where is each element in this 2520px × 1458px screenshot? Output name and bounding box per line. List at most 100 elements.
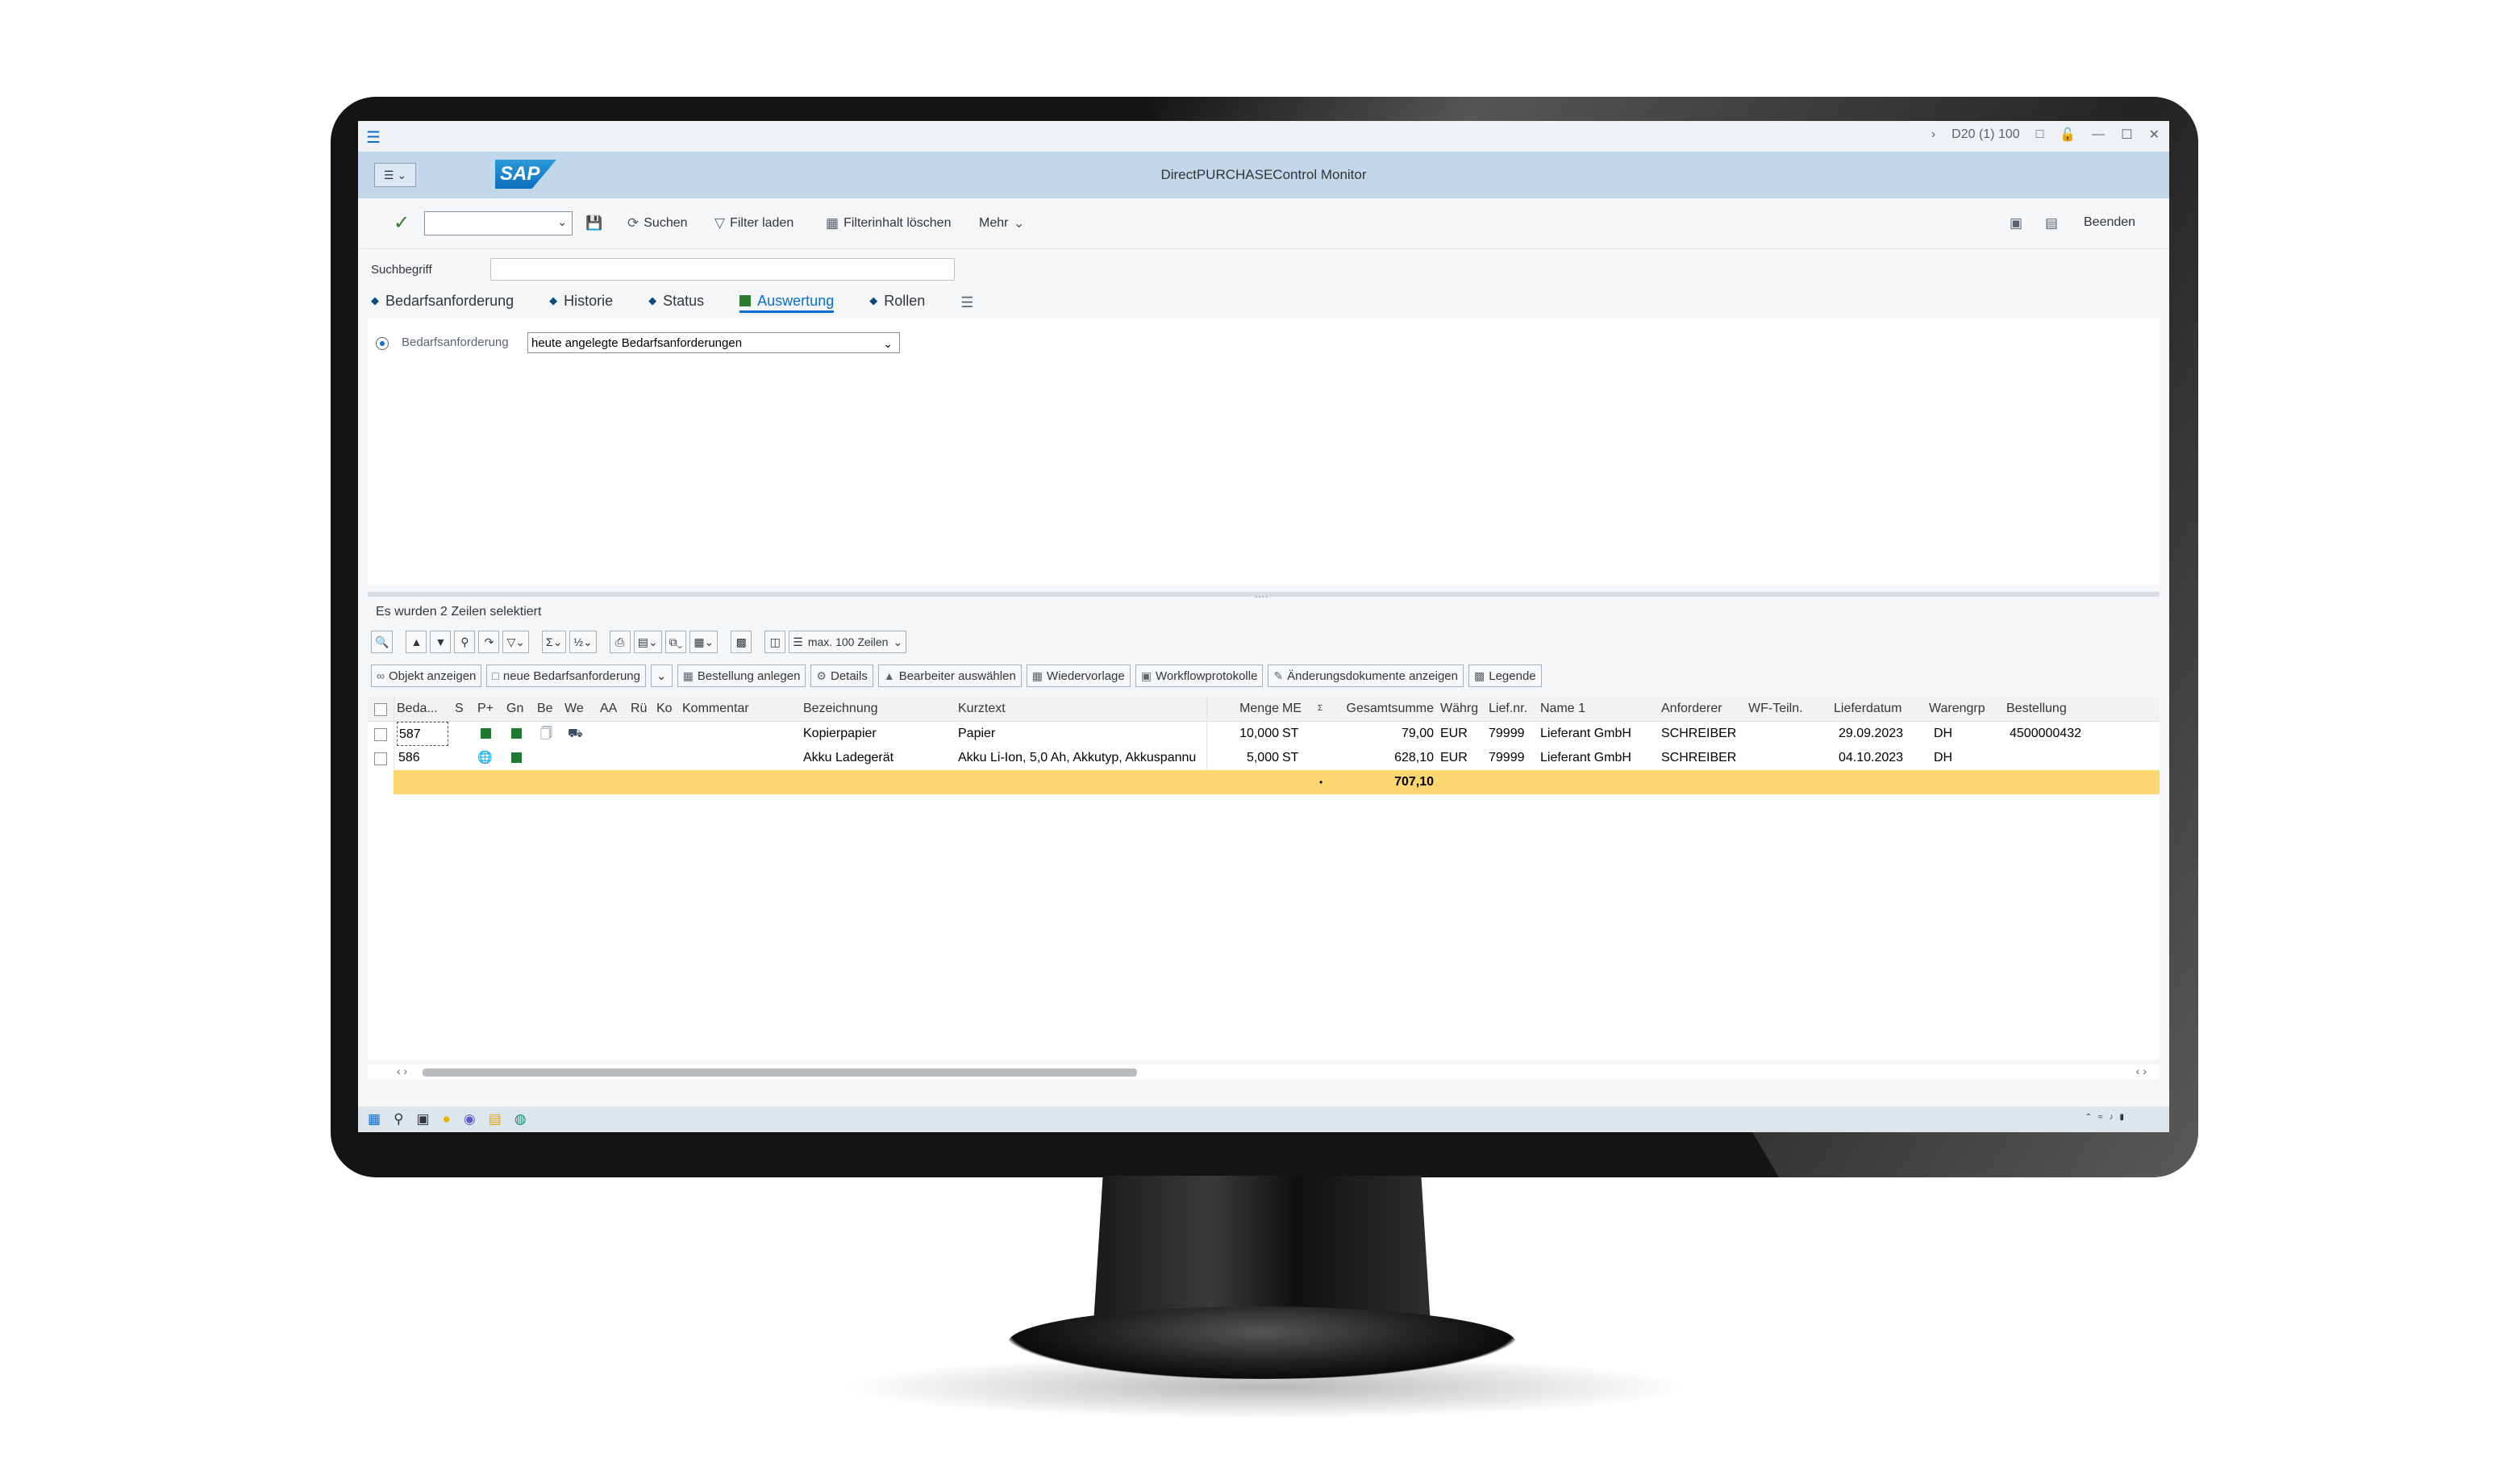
col-beda[interactable]: Beda...: [397, 697, 448, 721]
col-ru[interactable]: Rü: [631, 697, 653, 721]
browser-icon[interactable]: ◍: [514, 1111, 527, 1127]
folder-icon[interactable]: ▤: [489, 1111, 502, 1127]
filter-icon[interactable]: ▽⌄: [502, 631, 529, 653]
col-gesamtsumme[interactable]: Gesamtsumme: [1332, 697, 1434, 721]
search-input[interactable]: [490, 258, 955, 281]
zoom-icon[interactable]: 🔍: [371, 631, 394, 653]
find-next-icon[interactable]: ↷: [478, 631, 500, 653]
neue-bedarfsanforderung-button[interactable]: □ neue Bedarfsanforderung: [486, 664, 646, 687]
aenderungsdokumente-button[interactable]: ✎ Änderungsdokumente anzeigen: [1268, 664, 1464, 687]
truck-icon[interactable]: ⛟: [568, 722, 587, 746]
sum-icon[interactable]: Σ⌄: [541, 631, 567, 653]
command-field[interactable]: ⌄: [424, 211, 573, 235]
col-me[interactable]: ME: [1282, 697, 1306, 721]
mehr-button[interactable]: Mehr ⌄: [979, 215, 1025, 231]
row-checkbox[interactable]: [374, 752, 387, 765]
select-all-checkbox[interactable]: [374, 703, 387, 716]
chat-icon[interactable]: ◉: [464, 1111, 476, 1127]
export-icon[interactable]: ⧉⌄: [664, 631, 687, 653]
legende-button[interactable]: ▩ Legende: [1468, 664, 1542, 687]
table-row[interactable]: 586 🌐 Akku Ladegerät Akku Li-Ion, 5,0 Ah…: [368, 746, 2160, 770]
widgets-icon[interactable]: ●: [443, 1111, 451, 1127]
col-liefnr[interactable]: Lief.nr.: [1489, 697, 1535, 721]
col-be[interactable]: Be: [537, 697, 560, 721]
col-kurztext[interactable]: Kurztext: [958, 697, 1208, 721]
table-row[interactable]: 587 🗍 ⛟ Kopierpapier Papier 10,000 ST 79…: [368, 722, 2160, 746]
row-checkbox[interactable]: [374, 728, 387, 741]
new-window-icon[interactable]: ▤: [2045, 215, 2058, 231]
col-anforderer[interactable]: Anforderer: [1661, 697, 1742, 721]
wiedervorlage-button[interactable]: ▦ Wiedervorlage: [1026, 664, 1131, 687]
col-lieferdatum[interactable]: Lieferdatum: [1834, 697, 1922, 721]
chart-icon[interactable]: ▩: [731, 631, 752, 653]
wifi-icon[interactable]: ≈: [2098, 1113, 2103, 1122]
volume-icon[interactable]: ♪: [2109, 1113, 2113, 1122]
subtotal-icon[interactable]: ½⌄: [569, 631, 597, 653]
bestellung-anlegen-button[interactable]: ▦ Bestellung anlegen: [677, 664, 806, 687]
filterinhalt-loeschen-button[interactable]: ▦ Filterinhalt löschen: [826, 215, 951, 231]
objekt-anzeigen-button[interactable]: ∞ Objekt anzeigen: [371, 664, 482, 687]
col-s[interactable]: S: [455, 697, 471, 721]
radio-bedarfsanforderung[interactable]: [376, 337, 389, 350]
sort-ascending-icon[interactable]: ▲: [406, 631, 427, 653]
layout-icon[interactable]: ▦⌄: [689, 631, 719, 653]
save-variant-button[interactable]: 💾: [585, 215, 602, 231]
screenshot-icon[interactable]: □: [2036, 127, 2044, 142]
window-icon[interactable]: ▣: [2010, 215, 2022, 231]
tab-list-icon[interactable]: ☰: [960, 294, 973, 311]
maximize-icon[interactable]: ☐: [2121, 127, 2132, 143]
workflowprotokolle-button[interactable]: ▣ Workflowprotokolle: [1135, 664, 1264, 687]
col-name1[interactable]: Name 1: [1540, 697, 1653, 721]
column-icon[interactable]: ◫: [764, 631, 786, 653]
tab-bedarfsanforderung[interactable]: ◆ Bedarfsanforderung: [371, 293, 514, 313]
splitter[interactable]: ....: [368, 589, 2160, 600]
scroll-right-icon[interactable]: ‹ ›: [2136, 1064, 2147, 1077]
cell-beda[interactable]: 586: [398, 746, 450, 770]
document-icon[interactable]: 🗍: [540, 722, 556, 746]
search-icon[interactable]: ⚲: [394, 1111, 403, 1127]
minimize-icon[interactable]: —: [2092, 127, 2105, 142]
col-wfteiln[interactable]: WF-Teiln.: [1748, 697, 1826, 721]
menu-icon[interactable]: ☰: [366, 127, 381, 148]
col-kommentar[interactable]: Kommentar: [682, 697, 795, 721]
neue-bedarfsanforderung-dropdown[interactable]: ⌄: [651, 664, 673, 687]
col-we[interactable]: We: [564, 697, 590, 721]
horizontal-scrollbar[interactable]: ‹ › ‹ ›: [368, 1064, 2160, 1079]
suchen-button[interactable]: ⟳ Suchen: [627, 215, 688, 231]
chevron-right-icon[interactable]: ›: [1931, 127, 1935, 142]
tab-rollen[interactable]: ◆ Rollen: [869, 293, 925, 313]
col-warengrp[interactable]: Warengrp: [1929, 697, 2000, 721]
find-icon[interactable]: ⚲: [454, 631, 476, 653]
print-icon[interactable]: ⎙: [609, 631, 631, 653]
scroll-left-icon[interactable]: ‹ ›: [397, 1064, 407, 1077]
views-icon[interactable]: ▤⌄: [633, 631, 662, 653]
cell-bestellung[interactable]: [2010, 746, 2114, 770]
chevron-up-icon[interactable]: ⌃: [2085, 1113, 2092, 1122]
cell-beda[interactable]: 587: [397, 722, 448, 746]
start-icon[interactable]: ▦: [368, 1111, 381, 1127]
bearbeiter-auswaehlen-button[interactable]: ▲ Bearbeiter auswählen: [877, 664, 1022, 687]
close-icon[interactable]: ✕: [2149, 127, 2160, 143]
col-ko[interactable]: Ko: [656, 697, 679, 721]
battery-icon[interactable]: ▮: [2119, 1113, 2124, 1122]
scroll-thumb[interactable]: [423, 1069, 1137, 1077]
col-aa[interactable]: AA: [600, 697, 624, 721]
confirm-check-icon[interactable]: ✓: [394, 211, 410, 235]
tab-status[interactable]: ◆ Status: [648, 293, 704, 313]
col-bestellung[interactable]: Bestellung: [2006, 697, 2111, 721]
tab-historie[interactable]: ◆ Historie: [549, 293, 613, 313]
sort-descending-icon[interactable]: ▼: [430, 631, 452, 653]
col-waehrg[interactable]: Währg: [1440, 697, 1484, 721]
bedarfsanforderung-select[interactable]: heute angelegte Bedarfsanforderungen ⌄: [527, 332, 900, 353]
col-menge[interactable]: Menge: [1223, 697, 1279, 721]
col-bezeichnung[interactable]: Bezeichnung: [803, 697, 948, 721]
beenden-button[interactable]: Beenden: [2084, 215, 2135, 230]
max-rows-dropdown[interactable]: ☰ max. 100 Zeilen ⌄: [789, 631, 907, 653]
task-view-icon[interactable]: ▣: [417, 1111, 430, 1127]
cell-bestellung[interactable]: 4500000432: [2010, 722, 2114, 746]
col-gn[interactable]: Gn: [506, 697, 532, 721]
details-button[interactable]: ⚙ Details: [810, 664, 873, 687]
filter-laden-button[interactable]: ▽ Filter laden: [714, 215, 793, 231]
col-p[interactable]: P+: [477, 697, 500, 721]
lock-icon[interactable]: 🔓: [2060, 127, 2076, 143]
